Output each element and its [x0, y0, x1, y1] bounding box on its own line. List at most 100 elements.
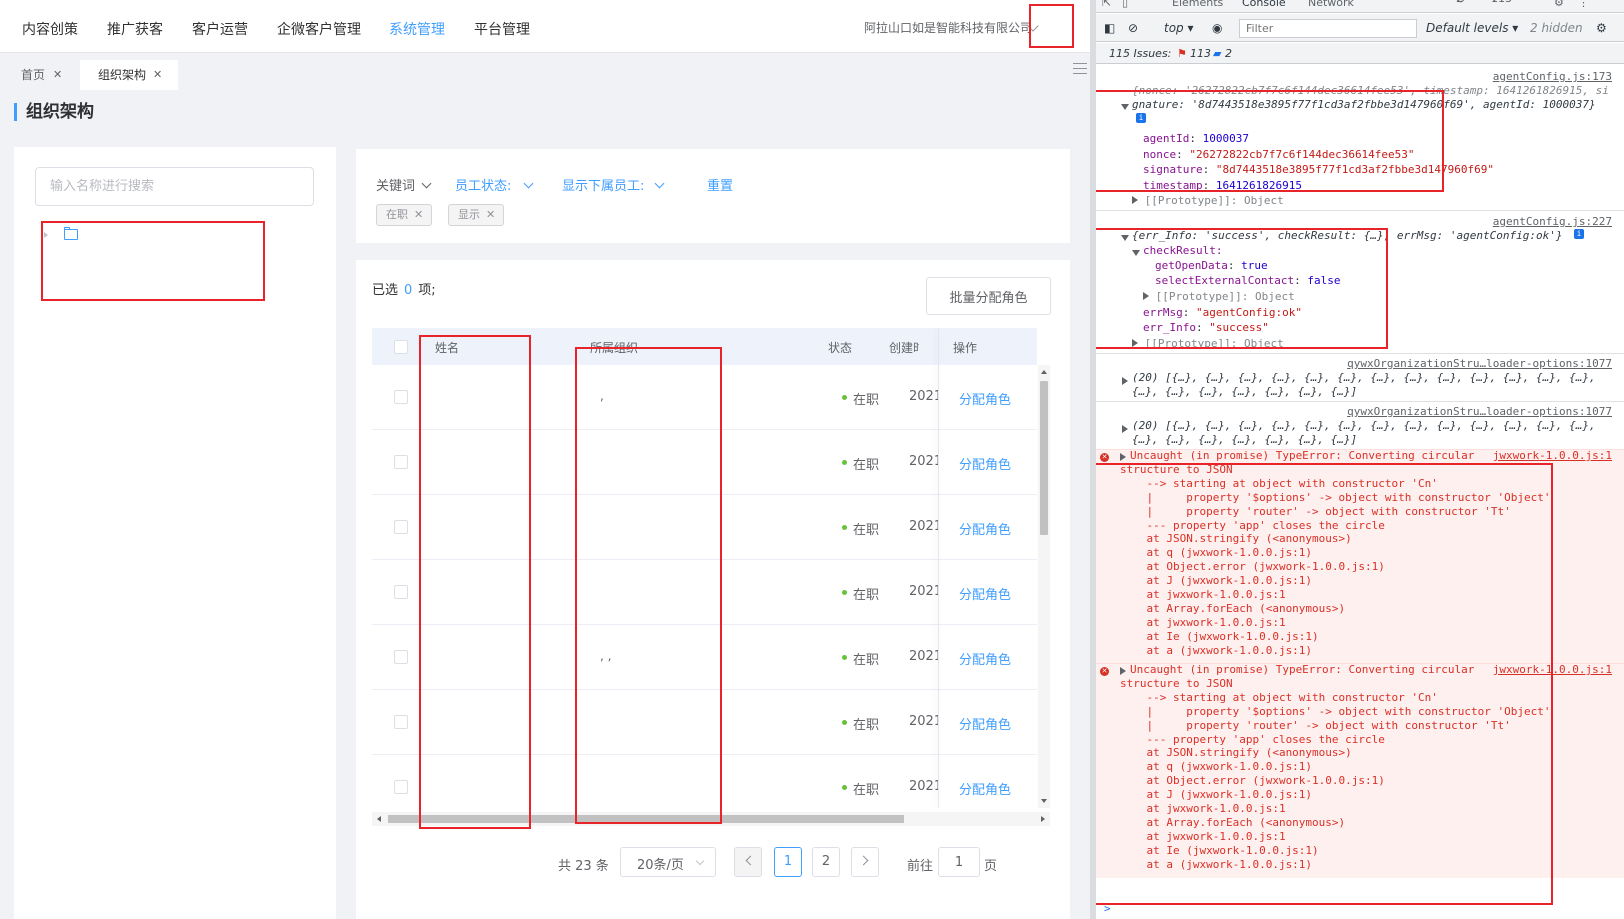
log-source-link[interactable]: qywxOrganizationStru…loader-options:1077: [1347, 357, 1612, 371]
scroll-down-icon[interactable]: [1041, 799, 1047, 803]
log-source-link[interactable]: agentConfig.js:173: [1493, 70, 1612, 84]
tab-console[interactable]: Console: [1242, 0, 1286, 9]
pagination-total: 共 23 条: [558, 859, 609, 874]
assign-role-link[interactable]: 分配角色: [959, 714, 1011, 733]
page-size-select[interactable]: 20条/页: [620, 847, 716, 877]
clear-console-icon[interactable]: ⊘: [1128, 21, 1138, 35]
error-stack-line: --> starting at object with constructor …: [1120, 690, 1438, 704]
row-checkbox[interactable]: [394, 585, 408, 599]
page-1-button[interactable]: 1: [774, 847, 802, 877]
context-select[interactable]: top ▾: [1164, 21, 1194, 35]
assign-role-link[interactable]: 分配角色: [959, 389, 1011, 408]
expand-triangle-icon[interactable]: [1122, 375, 1128, 389]
tab-home[interactable]: 首页 ✕: [0, 60, 80, 90]
assign-role-link[interactable]: 分配角色: [959, 649, 1011, 668]
scroll-thumb[interactable]: [388, 815, 904, 823]
more-icon[interactable]: ⋮: [1578, 0, 1589, 9]
reset-button[interactable]: 重置: [707, 175, 733, 194]
tab-bar: 首页 ✕ 组织架构 ✕: [0, 55, 1096, 92]
eye-icon[interactable]: ◉: [1212, 21, 1222, 35]
close-icon[interactable]: ✕: [153, 60, 162, 90]
nav-item-platform[interactable]: 平台管理: [474, 19, 530, 39]
selected-suffix: 项;: [418, 283, 436, 298]
close-icon[interactable]: ✕: [414, 208, 423, 221]
expand-triangle-icon[interactable]: [1121, 231, 1129, 245]
error-source-link[interactable]: jwxwork-1.0.0.js:1: [1493, 449, 1612, 463]
row-checkbox[interactable]: [394, 455, 408, 469]
scroll-up-icon[interactable]: [1041, 370, 1047, 374]
device-toolbar-icon[interactable]: ▯: [1122, 0, 1128, 9]
flag-icon: ⚑: [1178, 47, 1187, 60]
tree-node-root[interactable]: [44, 227, 244, 247]
row-checkbox[interactable]: [394, 650, 408, 664]
tab-org-structure[interactable]: 组织架构 ✕: [80, 60, 178, 90]
employee-table-panel: 已选 0 项; 批量分配角色 姓名 所属组织 状态 创建时 操作 , 在职 2021 分配…: [356, 260, 1070, 919]
subordinate-filter[interactable]: 显示下属员工:: [562, 175, 665, 194]
scroll-right-icon[interactable]: [1041, 816, 1045, 822]
console-input[interactable]: [1118, 900, 1618, 916]
prev-page-button[interactable]: [734, 847, 762, 877]
expand-triangle-icon[interactable]: [1132, 246, 1140, 260]
tree-search-input[interactable]: [35, 167, 314, 206]
error-stack-line: --- property 'app' closes the circle: [1120, 732, 1385, 746]
row-checkbox[interactable]: [394, 715, 408, 729]
info-icon[interactable]: i: [1136, 113, 1146, 123]
settings-sliders-icon[interactable]: [1073, 61, 1087, 75]
select-all-checkbox[interactable]: [394, 340, 408, 354]
caret-right-icon[interactable]: [44, 232, 48, 238]
error-stack-line: at J (jwxwork-1.0.0.js:1): [1120, 788, 1313, 802]
next-page-button[interactable]: [851, 847, 879, 877]
error-icon: ✕: [1100, 453, 1109, 462]
assign-role-link[interactable]: 分配角色: [959, 584, 1011, 603]
issues-bar[interactable]: 115 Issues: ⚑ 113 ▰ 2: [1096, 43, 1624, 64]
nav-item-system[interactable]: 系统管理: [389, 19, 445, 39]
issues-info-count: 2: [1225, 47, 1232, 60]
page-2-button[interactable]: 2: [812, 847, 840, 877]
status-filter[interactable]: 员工状态:: [455, 175, 534, 194]
close-icon[interactable]: ✕: [53, 60, 62, 90]
error-stack-line: at jwxwork-1.0.0.js:1: [1120, 588, 1286, 601]
console-filter-input[interactable]: [1239, 19, 1417, 38]
close-icon[interactable]: ✕: [486, 208, 495, 221]
nav-item-promotion[interactable]: 推广获客: [107, 19, 163, 39]
log-key: errMsg: [1143, 306, 1183, 319]
horizontal-scrollbar[interactable]: [372, 812, 1050, 826]
info-icon[interactable]: i: [1574, 229, 1584, 239]
scroll-thumb[interactable]: [1040, 381, 1048, 535]
divider: [1096, 210, 1624, 211]
scroll-left-icon[interactable]: [377, 816, 381, 822]
status-dot-icon: [842, 785, 847, 790]
row-checkbox[interactable]: [394, 520, 408, 534]
log-source-link[interactable]: agentConfig.js:227: [1493, 215, 1612, 229]
expand-triangle-icon[interactable]: [1122, 423, 1128, 437]
expand-triangle-icon[interactable]: [1120, 665, 1126, 679]
tab-network[interactable]: Network: [1308, 0, 1354, 9]
nav-item-wecom-customers[interactable]: 企微客户管理: [277, 19, 361, 39]
keyword-filter[interactable]: 关键词: [376, 175, 432, 194]
inspect-icon[interactable]: ⇱: [1102, 0, 1111, 9]
assign-role-link[interactable]: 分配角色: [959, 519, 1011, 538]
log-source-link[interactable]: qywxOrganizationStru…loader-options:1077: [1347, 405, 1612, 419]
nav-item-customer-ops[interactable]: 客户运营: [192, 19, 248, 39]
row-status: 在职: [853, 718, 880, 733]
sidebar-toggle-icon[interactable]: ◧: [1104, 21, 1115, 35]
gear-icon[interactable]: ⚙: [1554, 0, 1564, 9]
error-source-link[interactable]: jwxwork-1.0.0.js:1: [1493, 663, 1612, 677]
vertical-scrollbar[interactable]: [1038, 365, 1050, 808]
console-prompt-icon[interactable]: >: [1104, 902, 1111, 916]
row-checkbox[interactable]: [394, 780, 408, 794]
nav-item-content[interactable]: 内容创策: [22, 19, 78, 39]
error-stack-line: structure to JSON: [1120, 676, 1233, 690]
assign-role-link[interactable]: 分配角色: [959, 454, 1011, 473]
expand-triangle-icon[interactable]: [1120, 451, 1126, 465]
goto-page-input[interactable]: [938, 847, 980, 877]
tab-elements[interactable]: Elements: [1172, 0, 1223, 9]
error-stack-line: | property 'router' -> object with const…: [1120, 504, 1511, 518]
gear-icon[interactable]: ⚙: [1596, 21, 1607, 35]
expand-triangle-icon[interactable]: [1121, 100, 1129, 114]
assign-role-link[interactable]: 分配角色: [959, 779, 1011, 798]
error-stack-line: at jwxwork-1.0.0.js:1: [1120, 829, 1286, 843]
log-levels-select[interactable]: Default levels ▾: [1426, 21, 1518, 35]
batch-assign-role-button[interactable]: 批量分配角色: [926, 277, 1051, 315]
row-checkbox[interactable]: [394, 390, 408, 404]
